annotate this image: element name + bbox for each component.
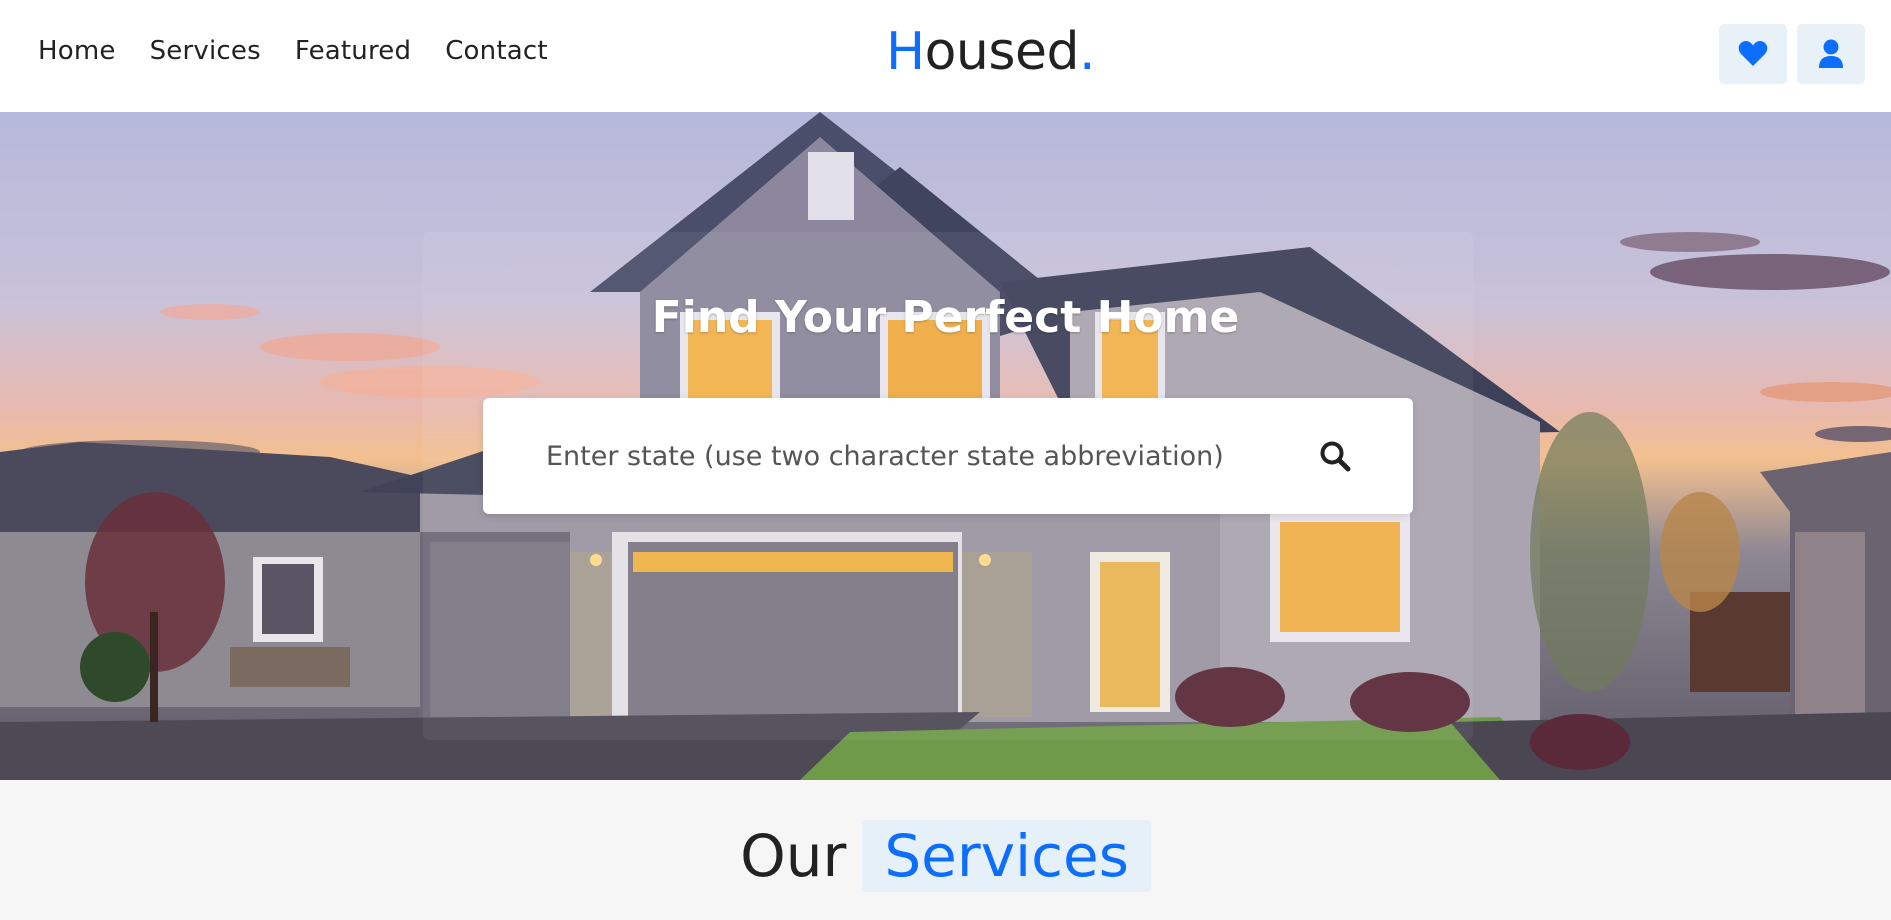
site-logo[interactable]: Housed.: [886, 22, 1096, 82]
site-header: Home Services Featured Contact Housed.: [0, 0, 1891, 112]
services-section-heading: Our Services: [0, 820, 1891, 892]
nav-services-link[interactable]: Services: [150, 36, 261, 66]
nav-contact-link[interactable]: Contact: [445, 36, 548, 66]
hero-title: Find Your Perfect Home: [651, 292, 1240, 343]
state-search-bar: [483, 398, 1413, 514]
logo-dot: .: [1078, 22, 1096, 82]
main-nav: Home Services Featured Contact: [38, 36, 548, 66]
user-icon: [1819, 39, 1843, 68]
search-button[interactable]: [1313, 434, 1357, 478]
nav-home-link[interactable]: Home: [38, 36, 116, 66]
services-heading-our: Our: [740, 822, 847, 890]
services-heading-services: Services: [862, 820, 1151, 892]
hero-banner: Find Your Perfect Home: [0, 112, 1891, 780]
state-search-input[interactable]: [546, 440, 1266, 472]
nav-featured-link[interactable]: Featured: [295, 36, 411, 66]
logo-text: oused: [924, 22, 1080, 82]
account-button[interactable]: [1797, 24, 1865, 84]
logo-initial: H: [886, 22, 925, 82]
search-icon: [1320, 441, 1351, 472]
heart-icon: [1738, 41, 1768, 66]
favorites-button[interactable]: [1719, 24, 1787, 84]
